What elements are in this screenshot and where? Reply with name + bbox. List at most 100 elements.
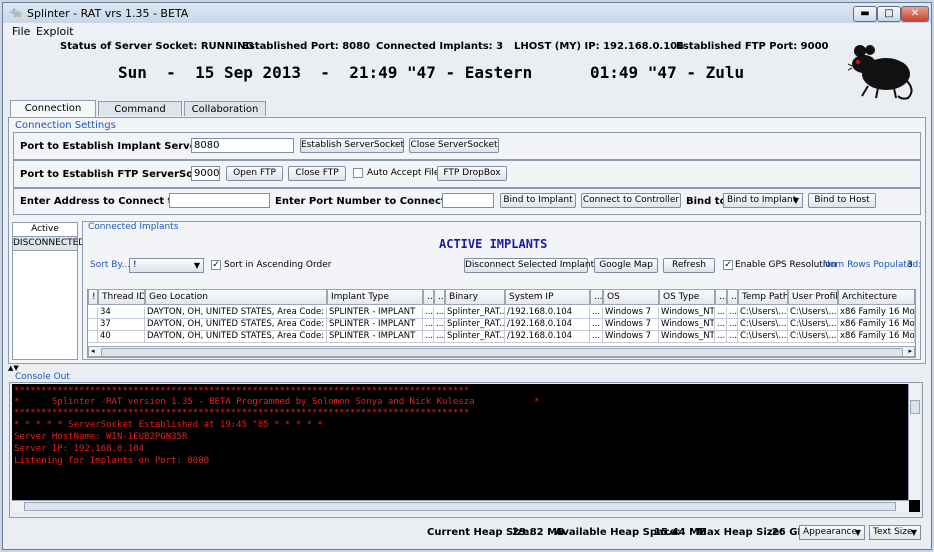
table-cell[interactable]: Windows_NT — [659, 307, 715, 319]
console-output[interactable]: ****************************************… — [12, 384, 920, 512]
splitter-arrows-icon[interactable]: ▲▼ — [8, 364, 19, 372]
menu-exploit[interactable]: Exploit — [36, 25, 74, 38]
table-cell[interactable]: 34 — [98, 307, 145, 319]
table-cell[interactable]: C:\Users\... — [788, 331, 838, 343]
table-cell[interactable]: C:\Users\... — [788, 319, 838, 331]
ftp-port-input[interactable]: 9000 — [191, 166, 220, 181]
console-vertical-scrollbar[interactable] — [908, 384, 920, 500]
host-address-input[interactable] — [169, 193, 270, 208]
table-cell[interactable]: ... — [727, 307, 738, 319]
bind-to-host-button[interactable]: Bind to Host — [808, 193, 876, 208]
table-cell[interactable]: ... — [434, 319, 445, 331]
table-cell[interactable]: Windows_NT — [659, 319, 715, 331]
table-cell[interactable]: ... — [715, 307, 727, 319]
bind-to-select[interactable]: Bind to Implant ▼ — [723, 193, 803, 208]
side-tab-active[interactable]: Active — [13, 223, 77, 236]
console-horizontal-scrollbar[interactable] — [12, 500, 909, 512]
refresh-button[interactable]: Refresh — [663, 258, 715, 273]
table-cell[interactable]: SPLINTER - IMPLANT — [327, 331, 423, 343]
table-cell[interactable]: ... — [423, 331, 434, 343]
close-button[interactable]: ✕ — [901, 6, 929, 22]
connect-to-controller-button[interactable]: Connect to Controller — [581, 193, 681, 208]
close-serversocket-button[interactable]: Close ServerSocket — [409, 138, 499, 153]
column-header[interactable]: Geo Location — [145, 289, 327, 305]
bind-to-implant-button[interactable]: Bind to Implant — [500, 193, 576, 208]
table-cell[interactable]: ... — [727, 331, 738, 343]
table-cell[interactable]: SPLINTER - IMPLANT — [327, 319, 423, 331]
minimize-button[interactable]: ▬ — [853, 6, 877, 22]
table-cell[interactable]: ... — [434, 307, 445, 319]
maximize-button[interactable]: □ — [877, 6, 901, 22]
sort-by-select[interactable]: ! ▼ — [129, 258, 204, 273]
table-cell[interactable]: x86 Family 16 Model 4 — [838, 319, 915, 331]
tab-connection-status[interactable]: Connection Status — [10, 100, 96, 129]
ascending-checkbox[interactable]: ✓ — [211, 260, 221, 270]
table-cell[interactable]: SPLINTER - IMPLANT — [327, 307, 423, 319]
text-size-select[interactable]: Text Size ▼ — [869, 525, 921, 540]
table-cell[interactable]: ... — [590, 319, 603, 331]
table-cell[interactable] — [88, 307, 98, 319]
table-cell[interactable]: ... — [590, 331, 603, 343]
table-cell[interactable]: ... — [727, 319, 738, 331]
column-header[interactable]: ... — [590, 289, 603, 305]
side-tab-disconnected[interactable]: DISCONNECTED — [13, 236, 85, 251]
table-scroll-thumb[interactable] — [101, 348, 903, 357]
table-cell[interactable]: Splinter_RAT... — [445, 331, 505, 343]
column-header[interactable]: ... — [434, 289, 445, 305]
table-cell[interactable]: Windows 7 — [603, 319, 659, 331]
implant-port-input[interactable]: 8080 — [191, 138, 294, 153]
gps-checkbox[interactable]: ✓ — [723, 260, 733, 270]
tab-command-terminal[interactable]: Command Terminal — [98, 101, 182, 130]
table-cell[interactable]: ... — [423, 307, 434, 319]
table-cell[interactable]: ... — [715, 319, 727, 331]
table-cell[interactable]: DAYTON, OH, UNITED STATES, Area Code: 93… — [145, 307, 327, 319]
column-header[interactable]: System IP — [505, 289, 590, 305]
table-cell[interactable]: /192.168.0.104 — [505, 307, 590, 319]
table-cell[interactable] — [88, 331, 98, 343]
column-header[interactable]: Binary — [445, 289, 505, 305]
column-header[interactable]: ... — [423, 289, 434, 305]
table-cell[interactable]: x86 Family 16 Model 4 — [838, 307, 915, 319]
table-cell[interactable]: 40 — [98, 331, 145, 343]
column-header[interactable]: ... — [715, 289, 727, 305]
host-port-input[interactable] — [442, 193, 494, 208]
table-cell[interactable]: C:\Users\... — [788, 307, 838, 319]
console-hscroll-thumb[interactable] — [24, 502, 896, 511]
table-cell[interactable]: Windows 7 — [603, 331, 659, 343]
column-header[interactable]: OS Type — [659, 289, 715, 305]
table-cell[interactable]: Splinter_RAT... — [445, 319, 505, 331]
google-map-button[interactable]: Google Map — [594, 258, 658, 273]
table-cell[interactable] — [88, 319, 98, 331]
column-header[interactable]: OS — [603, 289, 659, 305]
appearance-select[interactable]: Appearance ▼ — [799, 525, 865, 540]
table-cell[interactable]: C:\Users\... — [738, 319, 788, 331]
auto-accept-checkbox[interactable] — [353, 168, 363, 178]
column-header[interactable]: Architecture — [838, 289, 915, 305]
open-ftp-button[interactable]: Open FTP — [226, 166, 283, 181]
establish-serversocket-button[interactable]: Establish ServerSocket — [300, 138, 404, 153]
table-cell[interactable]: Windows_NT — [659, 331, 715, 343]
tab-collaboration-chat[interactable]: Collaboration Chat — [184, 101, 266, 130]
close-ftp-button[interactable]: Close FTP — [288, 166, 346, 181]
table-cell[interactable]: DAYTON, OH, UNITED STATES, Area Code: 93… — [145, 319, 327, 331]
table-horizontal-scrollbar[interactable]: ◂ ▸ — [88, 346, 915, 357]
table-cell[interactable]: 37 — [98, 319, 145, 331]
disconnect-implant-button[interactable]: Disconnect Selected Implant — [464, 258, 594, 273]
column-header[interactable]: User Profile — [788, 289, 838, 305]
console-scroll-thumb[interactable] — [910, 400, 920, 414]
table-cell[interactable]: ... — [434, 331, 445, 343]
table-cell[interactable]: C:\Users\... — [738, 307, 788, 319]
table-cell[interactable]: x86 Family 16 Model 4 — [838, 331, 915, 343]
table-cell[interactable]: ... — [715, 331, 727, 343]
table-cell[interactable]: DAYTON, OH, UNITED STATES, Area Code: 93… — [145, 331, 327, 343]
column-header[interactable]: Temp Path — [738, 289, 788, 305]
table-cell[interactable]: ... — [590, 307, 603, 319]
table-cell[interactable]: /192.168.0.104 — [505, 331, 590, 343]
table-cell[interactable]: C:\Users\... — [738, 331, 788, 343]
column-header[interactable]: ... — [727, 289, 738, 305]
table-cell[interactable]: Windows 7 — [603, 307, 659, 319]
column-header[interactable]: ! — [88, 289, 98, 305]
table-cell[interactable]: ... — [423, 319, 434, 331]
table-cell[interactable]: Splinter_RAT... — [445, 307, 505, 319]
menu-file[interactable]: File — [12, 25, 30, 38]
